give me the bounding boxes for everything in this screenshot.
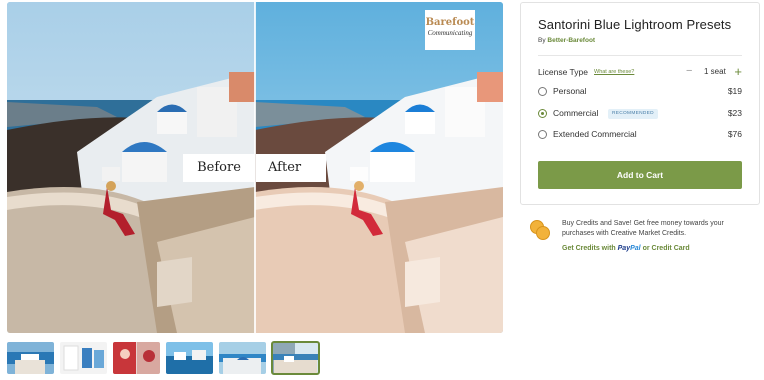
get-credits-suffix: or Credit Card <box>642 245 690 252</box>
license-help-link[interactable]: What are these? <box>594 69 634 75</box>
brand-logo-tagline: Communicating <box>427 29 473 37</box>
product-title: Santorini Blue Lightroom Presets <box>538 17 732 32</box>
radio-commercial[interactable] <box>538 109 547 118</box>
get-credits-prefix: Get Credits with <box>562 245 616 252</box>
seat-count: 1 seat <box>704 67 726 76</box>
credits-promo-text: Buy Credits and Save! Get free money tow… <box>562 220 724 237</box>
license-option-extended-commercial[interactable]: Extended Commercial $76 <box>538 128 742 142</box>
thumbnail-4[interactable] <box>166 342 213 374</box>
thumbnail-3[interactable] <box>113 342 160 374</box>
license-option-commercial[interactable]: Commercial RECOMMENDED $23 <box>538 107 742 121</box>
option-price: $19 <box>727 86 742 96</box>
coin-icon <box>536 226 550 240</box>
thumbnail-6[interactable] <box>271 341 320 375</box>
radio-personal[interactable] <box>538 87 547 96</box>
option-label: Personal <box>553 86 587 96</box>
author-link[interactable]: Better-Barefoot <box>547 37 595 44</box>
paypal-logo-pal: Pal <box>630 245 641 252</box>
seat-stepper: − 1 seat + <box>682 64 742 79</box>
credits-promo: Buy Credits and Save! Get free money tow… <box>530 216 755 261</box>
option-price: $23 <box>727 108 742 118</box>
after-label: After <box>256 154 326 182</box>
recommended-badge: RECOMMENDED <box>608 109 658 119</box>
minus-button[interactable]: − <box>686 65 692 77</box>
option-label: Commercial <box>553 108 599 118</box>
paypal-logo-pay: Pay <box>617 245 631 252</box>
brand-logo-name: Barefoot <box>425 17 475 28</box>
license-type-label: License Type <box>538 67 588 77</box>
panel-divider <box>538 55 742 56</box>
get-credits-link[interactable]: Get Credits with PayPal or Credit Card <box>562 245 690 252</box>
option-label: Extended Commercial <box>553 129 637 139</box>
byline-prefix: By <box>538 37 546 44</box>
thumbnail-1[interactable] <box>7 342 54 374</box>
radio-extended-commercial[interactable] <box>538 130 547 139</box>
purchase-panel: Santorini Blue Lightroom Presets By Bett… <box>520 2 760 205</box>
product-preview-image[interactable]: Before After Barefoot Communicating <box>7 2 503 333</box>
product-byline: By Better-Barefoot <box>538 37 595 44</box>
thumbnail-2[interactable] <box>60 342 107 374</box>
plus-button[interactable]: + <box>734 64 742 79</box>
brand-logo: Barefoot Communicating <box>425 10 475 50</box>
option-price: $76 <box>727 129 742 139</box>
before-label: Before <box>183 154 255 182</box>
add-to-cart-button[interactable]: Add to Cart <box>538 161 742 189</box>
thumbnail-5[interactable] <box>219 342 266 374</box>
license-option-personal[interactable]: Personal $19 <box>538 85 742 99</box>
